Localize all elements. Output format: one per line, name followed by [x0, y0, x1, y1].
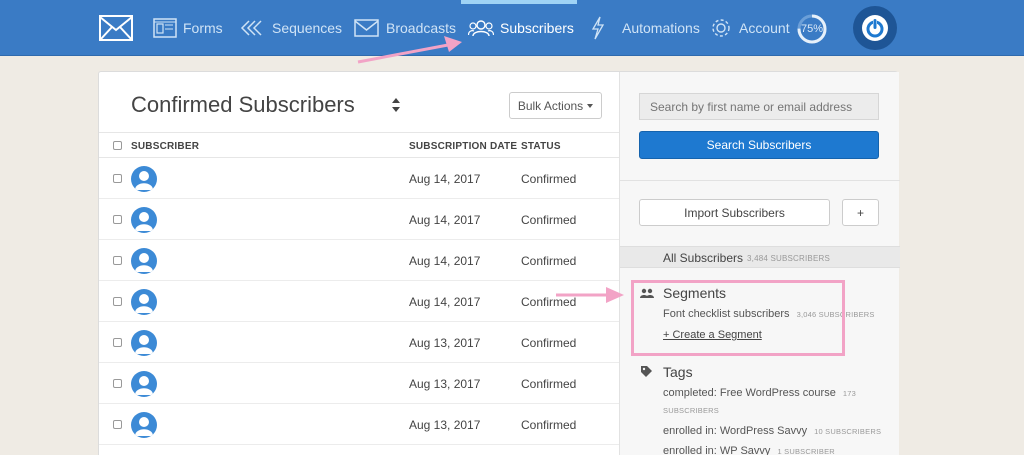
- row-checkbox[interactable]: [113, 256, 122, 265]
- subscription-date: Aug 14, 2017: [409, 295, 481, 309]
- avatar-icon: [131, 371, 157, 397]
- all-subscribers-label[interactable]: All Subscribers: [663, 251, 743, 265]
- nav-label: Broadcasts: [386, 20, 457, 36]
- avatar-icon: [131, 289, 157, 315]
- top-navigation: Forms Sequences Broadcasts Subscribers A…: [0, 0, 1024, 56]
- subscriber-list: Confirmed Subscribers Bulk Actions SUBSC…: [99, 72, 619, 455]
- subscriber-status: Confirmed: [521, 418, 577, 432]
- avatar-icon: [131, 248, 157, 274]
- tag-count-unit: SUBSCRIBERS: [663, 406, 719, 415]
- nav-account[interactable]: Account: [709, 0, 790, 56]
- table-row[interactable]: Aug 13, 2017 Confirmed: [99, 322, 619, 363]
- tag-label: enrolled in: WP Savvy: [663, 445, 771, 455]
- subscription-date: Aug 13, 2017: [409, 418, 481, 432]
- tag-count: 10 SUBSCRIBERS: [814, 427, 882, 436]
- subscription-date: Aug 14, 2017: [409, 213, 481, 227]
- avatar-icon: [131, 330, 157, 356]
- sort-icon[interactable]: [391, 97, 401, 113]
- search-input[interactable]: [639, 93, 879, 120]
- row-checkbox[interactable]: [113, 338, 122, 347]
- caret-down-icon: [587, 103, 594, 108]
- row-checkbox[interactable]: [113, 297, 122, 306]
- nav-broadcasts[interactable]: Broadcasts: [354, 0, 456, 56]
- lightning-icon: [591, 16, 605, 40]
- tags-title: Tags: [663, 364, 693, 380]
- subscriber-status: Confirmed: [521, 336, 577, 350]
- subscriber-status: Confirmed: [521, 172, 577, 186]
- divider: [620, 180, 900, 181]
- tag-item[interactable]: completed: Free WordPress course 173: [663, 387, 856, 399]
- row-checkbox[interactable]: [113, 420, 122, 429]
- subscribers-panel: Confirmed Subscribers Bulk Actions SUBSC…: [98, 71, 900, 455]
- highlight-box: [631, 280, 845, 356]
- subscription-date: Aug 13, 2017: [409, 377, 481, 391]
- envelope-logo-icon[interactable]: [99, 14, 133, 42]
- tag-count: 1 SUBSCRIBER: [777, 447, 835, 455]
- row-checkbox[interactable]: [113, 174, 122, 183]
- nav-forms[interactable]: Forms: [153, 0, 223, 56]
- row-checkbox[interactable]: [113, 379, 122, 388]
- table-row[interactable]: Aug 14, 2017 Confirmed: [99, 158, 619, 199]
- tag-item[interactable]: enrolled in: WordPress Savvy 10 SUBSCRIB…: [663, 425, 881, 437]
- subscription-date: Aug 14, 2017: [409, 172, 481, 186]
- tag-item[interactable]: enrolled in: WP Savvy 1 SUBSCRIBER: [663, 445, 835, 455]
- all-subscribers-count: 3,484 SUBSCRIBERS: [747, 254, 830, 263]
- table-row[interactable]: Aug 14, 2017 Confirmed: [99, 199, 619, 240]
- nav-label: Subscribers: [500, 20, 574, 36]
- table-header: SUBSCRIBER SUBSCRIPTION DATE STATUS: [99, 132, 619, 158]
- nav-label: Automations: [622, 20, 700, 36]
- nav-label: Forms: [183, 20, 223, 36]
- bulk-actions-label: Bulk Actions: [517, 98, 584, 113]
- column-subscriber: SUBSCRIBER: [131, 141, 200, 152]
- add-subscriber-button[interactable]: +: [842, 199, 879, 226]
- column-status: STATUS: [521, 141, 561, 152]
- avatar-icon: [131, 207, 157, 233]
- sidebar: Search Subscribers Import Subscribers + …: [619, 72, 900, 455]
- nav-subscribers[interactable]: Subscribers: [468, 0, 574, 56]
- account-avatar-button[interactable]: [853, 6, 897, 50]
- sequences-icon: [240, 20, 262, 36]
- subscriber-status: Confirmed: [521, 377, 577, 391]
- subscriber-status: Confirmed: [521, 295, 577, 309]
- row-checkbox[interactable]: [113, 215, 122, 224]
- subscriber-status: Confirmed: [521, 254, 577, 268]
- nav-label: Account: [739, 20, 790, 36]
- avatar-icon: [131, 412, 157, 438]
- page-title: Confirmed Subscribers: [131, 92, 355, 117]
- column-subscription-date: SUBSCRIPTION DATE: [409, 141, 518, 152]
- bulk-actions-button[interactable]: Bulk Actions: [509, 92, 602, 119]
- progress-ring[interactable]: 75%: [796, 13, 828, 45]
- subscription-date: Aug 14, 2017: [409, 254, 481, 268]
- search-subscribers-button[interactable]: Search Subscribers: [639, 131, 879, 159]
- table-row[interactable]: Aug 13, 2017 Confirmed: [99, 363, 619, 404]
- subscription-date: Aug 13, 2017: [409, 336, 481, 350]
- tag-icon: [641, 366, 652, 377]
- subscriber-status: Confirmed: [521, 213, 577, 227]
- all-subscribers-row[interactable]: All Subscribers 3,484 SUBSCRIBERS: [620, 246, 900, 268]
- table-row[interactable]: Aug 13, 2017 Confirmed: [99, 404, 619, 445]
- nav-label: Sequences: [272, 20, 343, 36]
- avatar-icon: [131, 166, 157, 192]
- subscribers-icon: [468, 20, 494, 37]
- form-icon: [153, 18, 177, 38]
- table-row[interactable]: Aug 14, 2017 Confirmed: [99, 240, 619, 281]
- nav-automations[interactable]: Automations: [590, 0, 700, 56]
- import-subscribers-button[interactable]: Import Subscribers: [639, 199, 830, 226]
- tag-count: 173: [842, 389, 856, 398]
- tag-label: completed: Free WordPress course: [663, 387, 836, 399]
- gear-icon: [712, 19, 730, 37]
- broadcast-icon: [354, 19, 379, 37]
- nav-sequences[interactable]: Sequences: [240, 0, 342, 56]
- select-all-checkbox[interactable]: [113, 141, 122, 150]
- progress-label: 75%: [800, 23, 824, 35]
- table-row[interactable]: Aug 14, 2017 Confirmed: [99, 281, 619, 322]
- power-icon: [862, 15, 888, 41]
- tag-label: enrolled in: WordPress Savvy: [663, 425, 808, 437]
